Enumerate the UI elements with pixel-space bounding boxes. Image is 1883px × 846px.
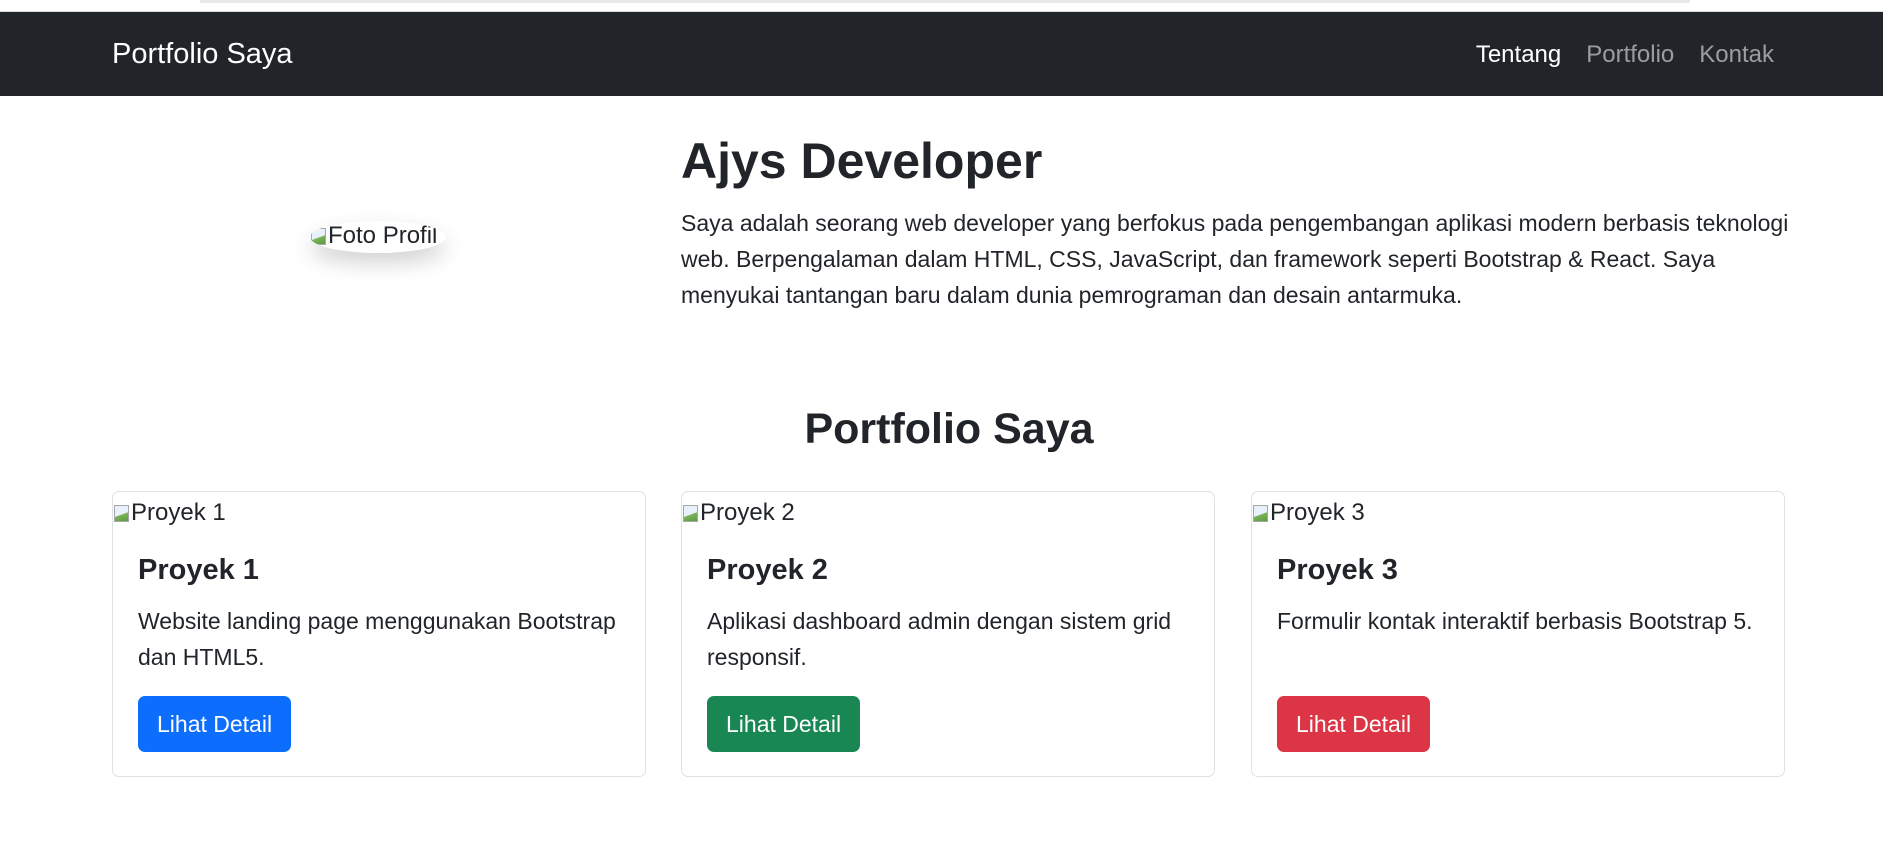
- profile-photo-alt: Foto Profil: [328, 222, 438, 249]
- navbar: Portfolio Saya Tentang Portfolio Kontak: [0, 12, 1883, 96]
- broken-image-icon: [682, 504, 698, 522]
- broken-image-icon: [310, 227, 326, 245]
- project-1-title: Proyek 1: [138, 554, 259, 586]
- nav-link-portfolio[interactable]: Portfolio: [1586, 41, 1674, 69]
- nav-links: Tentang Portfolio Kontak: [1476, 41, 1774, 69]
- project-2-image: Proyek 2: [682, 498, 795, 528]
- nav-link-tentang[interactable]: Tentang: [1476, 41, 1561, 69]
- browser-top-strip: [0, 0, 1883, 12]
- project-2-description: Aplikasi dashboard admin dengan sistem g…: [707, 608, 1172, 670]
- project-2-title: Proyek 2: [707, 554, 828, 586]
- navbar-brand[interactable]: Portfolio Saya: [112, 38, 293, 71]
- project-2-image-alt: Proyek 2: [700, 499, 795, 526]
- project-1-detail-button[interactable]: Lihat Detail: [138, 696, 292, 752]
- project-1-image: Proyek 1: [113, 498, 226, 528]
- hero-description: Saya adalah seorang web developer yang b…: [681, 210, 1789, 308]
- project-3-image: Proyek 3: [1252, 498, 1365, 528]
- hero-name: Ajys Developer: [681, 133, 1043, 189]
- project-2-detail-button[interactable]: Lihat Detail: [707, 696, 861, 752]
- project-3-image-alt: Proyek 3: [1270, 499, 1365, 526]
- project-3-description: Formulir kontak interaktif berbasis Boot…: [1277, 608, 1753, 634]
- broken-image-icon: [113, 504, 129, 522]
- project-card-3: Proyek 3 Proyek 3 Formulir kontak intera…: [1251, 491, 1785, 777]
- project-card-1: Proyek 1 Proyek 1 Website landing page m…: [112, 491, 646, 777]
- project-card-2: Proyek 2 Proyek 2 Aplikasi dashboard adm…: [681, 491, 1215, 777]
- project-3-detail-button[interactable]: Lihat Detail: [1277, 696, 1431, 752]
- nav-link-kontak[interactable]: Kontak: [1699, 41, 1774, 69]
- browser-scroll-edge: [200, 0, 1690, 3]
- project-3-title: Proyek 3: [1277, 554, 1398, 586]
- project-1-image-alt: Proyek 1: [131, 499, 226, 526]
- broken-image-icon: [1252, 504, 1268, 522]
- portfolio-section-title: Portfolio Saya: [804, 405, 1094, 453]
- profile-photo: Foto Profil: [310, 221, 446, 253]
- project-1-description: Website landing page menggunakan Bootstr…: [138, 608, 616, 670]
